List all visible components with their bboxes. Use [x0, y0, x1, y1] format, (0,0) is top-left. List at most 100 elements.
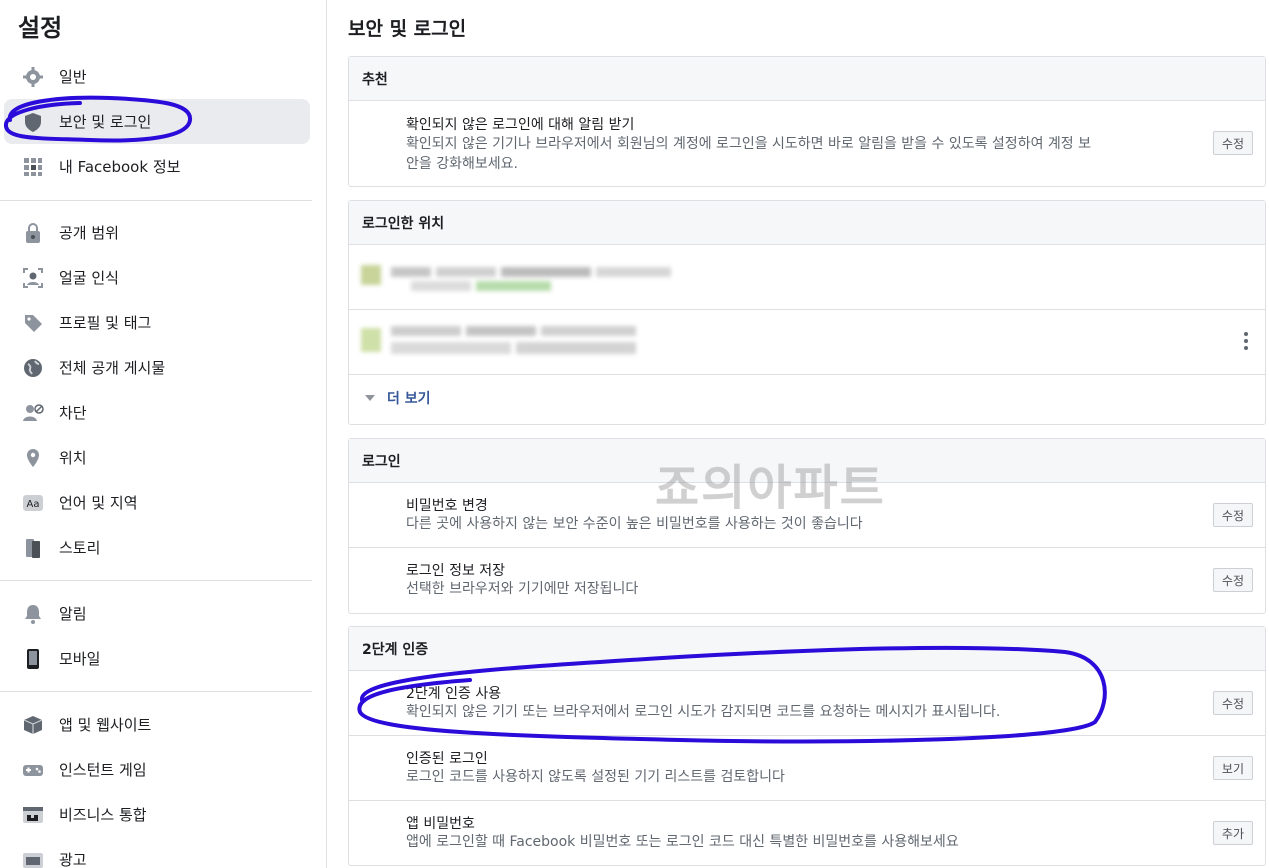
settings-row: 로그인 정보 저장 선택한 브라우저와 기기에만 저장됩니다 수정	[349, 548, 1265, 613]
sidebar-item-label: 스토리	[59, 539, 101, 557]
sidebar-item-location[interactable]: 위치	[4, 435, 310, 480]
sidebar-item-label: 모바일	[59, 650, 101, 668]
block-user-icon	[22, 402, 44, 424]
globe-icon	[22, 357, 44, 379]
sidebar-item-label: 차단	[59, 404, 87, 422]
see-more-label: 더 보기	[387, 391, 431, 407]
edit-button[interactable]: 수정	[1212, 568, 1253, 592]
edit-button[interactable]: 수정	[1212, 503, 1253, 527]
sidebar-title: 설정	[18, 14, 63, 42]
sidebar-item-mobile[interactable]: 모바일	[4, 636, 310, 681]
sidebar-item-label: 비즈니스 통합	[59, 806, 147, 824]
sidebar-item-label: 내 Facebook 정보	[59, 158, 181, 176]
row-desc-line: 안을 강화해보세요.	[406, 156, 518, 172]
sidebar-item-label: 일반	[59, 68, 87, 86]
settings-row: 앱 비밀번호 앱에 로그인할 때 Facebook 비밀번호 또는 로그인 코드…	[349, 801, 1265, 866]
gear-icon	[22, 66, 44, 88]
session-row[interactable]	[349, 310, 1265, 375]
game-icon	[22, 759, 44, 781]
sidebar-item-privacy[interactable]: 공개 범위	[4, 210, 310, 255]
sidebar-item-apps-websites[interactable]: 앱 및 웹사이트	[4, 702, 310, 747]
sidebar-divider	[0, 580, 312, 581]
edit-button[interactable]: 수정	[1212, 691, 1253, 715]
row-desc: 선택한 브라우저와 기기에만 저장됩니다	[406, 581, 639, 597]
nav-group-apps: 앱 및 웹사이트 인스턴트 게임 비즈니스 통합 광고	[0, 702, 312, 868]
language-icon: Aa	[22, 492, 44, 514]
session-row[interactable]	[349, 245, 1265, 310]
grid-icon	[22, 156, 44, 178]
sidebar-item-label: 인스턴트 게임	[59, 761, 147, 779]
edit-button[interactable]: 수정	[1212, 131, 1253, 155]
sidebar-item-ads[interactable]: 광고	[4, 837, 310, 868]
row-title: 2단계 인증 사용	[406, 686, 502, 702]
sidebar-item-general[interactable]: 일반	[4, 54, 310, 99]
bell-icon	[22, 603, 44, 625]
sidebar-item-label: 광고	[59, 851, 87, 868]
row-desc: 확인되지 않은 기기 또는 브라우저에서 로그인 시도가 감지되면 코드를 요청…	[406, 704, 1001, 720]
row-desc-line: 확인되지 않은 기기나 브라우저에서 회원님의 계정에 로그인을 시도하면 바로…	[406, 136, 1091, 152]
nav-group-notifications: 알림 모바일	[0, 591, 312, 681]
sidebar-item-instant-games[interactable]: 인스턴트 게임	[4, 747, 310, 792]
recommended-card: 추천 확인되지 않은 로그인에 대해 알림 받기 확인되지 않은 기기나 브라우…	[348, 56, 1266, 187]
shield-icon	[22, 111, 44, 133]
lock-icon	[22, 222, 44, 244]
settings-row: 확인되지 않은 로그인에 대해 알림 받기 확인되지 않은 기기나 브라우저에서…	[349, 101, 1265, 186]
box-icon	[22, 714, 44, 736]
sidebar-item-my-info[interactable]: 내 Facebook 정보	[4, 144, 310, 189]
blurred-session-info	[361, 322, 651, 360]
row-title: 인증된 로그인	[406, 751, 488, 767]
sidebar-divider	[0, 691, 312, 692]
row-title: 확인되지 않은 로그인에 대해 알림 받기	[406, 117, 635, 133]
mobile-icon	[22, 648, 44, 670]
nav-group-account: 일반 보안 및 로그인 내 Facebook 정보	[0, 54, 312, 189]
business-icon	[22, 804, 44, 826]
row-desc: 확인되지 않은 기기나 브라우저에서 회원님의 계정에 로그인을 시도하면 바로…	[406, 134, 1206, 174]
card-header: 로그인한 위치	[349, 201, 1265, 245]
sidebar-divider	[0, 200, 312, 201]
card-header: 추천	[349, 57, 1265, 101]
sidebar-item-label: 언어 및 지역	[59, 494, 138, 512]
sidebar-item-label: 앱 및 웹사이트	[59, 716, 152, 734]
sidebar-item-label: 위치	[59, 449, 87, 467]
add-button[interactable]: 추가	[1212, 821, 1253, 845]
where-logged-in-card: 로그인한 위치 더 보기	[348, 200, 1266, 425]
settings-row: 2단계 인증 사용 확인되지 않은 기기 또는 브라우저에서 로그인 시도가 감…	[349, 671, 1265, 736]
view-button[interactable]: 보기	[1212, 756, 1253, 780]
page-title: 보안 및 로그인	[348, 18, 467, 40]
row-desc: 로그인 코드를 사용하지 않도록 설정된 기기 리스트를 검토합니다	[406, 769, 785, 785]
ads-icon	[22, 849, 44, 868]
sidebar-item-blocking[interactable]: 차단	[4, 390, 310, 435]
sidebar-item-language-region[interactable]: Aa 언어 및 지역	[4, 480, 310, 525]
more-options-icon[interactable]	[1243, 332, 1249, 350]
sidebar-item-profile-tags[interactable]: 프로필 및 태그	[4, 300, 310, 345]
sidebar-item-business-integrations[interactable]: 비즈니스 통합	[4, 792, 310, 837]
two-factor-card: 2단계 인증 2단계 인증 사용 확인되지 않은 기기 또는 브라우저에서 로그…	[348, 626, 1266, 866]
sidebar-item-stories[interactable]: 스토리	[4, 525, 310, 570]
row-title: 앱 비밀번호	[406, 816, 475, 832]
triangle-down-icon	[365, 395, 375, 401]
row-title: 비밀번호 변경	[406, 498, 488, 514]
sidebar-item-notifications[interactable]: 알림	[4, 591, 310, 636]
face-icon	[22, 267, 44, 289]
sidebar-item-label: 얼굴 인식	[59, 269, 119, 287]
blurred-session-info	[361, 263, 681, 293]
tag-icon	[22, 312, 44, 334]
see-more-row: 더 보기	[349, 375, 1265, 423]
watermark: 죠의아파트	[655, 460, 886, 516]
sidebar-item-label: 공개 범위	[59, 224, 119, 242]
row-desc: 앱에 로그인할 때 Facebook 비밀번호 또는 로그인 코드 대신 특별한…	[406, 834, 959, 850]
sidebar-item-security[interactable]: 보안 및 로그인	[4, 99, 310, 144]
svg-text:Aa: Aa	[27, 499, 40, 510]
sidebar-item-face-recognition[interactable]: 얼굴 인식	[4, 255, 310, 300]
sidebar-item-label: 알림	[59, 605, 87, 623]
story-icon	[22, 537, 44, 559]
sidebar-item-label: 프로필 및 태그	[59, 314, 152, 332]
nav-group-privacy: 공개 범위 얼굴 인식 프로필 및 태그 전체 공개 게시물 차단 위치 Aa …	[0, 210, 312, 570]
settings-sidebar: 설정 일반 보안 및 로그인 내 Facebook 정보 공개 범위 얼굴 인식…	[0, 0, 327, 868]
sidebar-item-label: 전체 공개 게시물	[59, 359, 166, 377]
see-more-link[interactable]: 더 보기	[365, 388, 431, 408]
card-header: 2단계 인증	[349, 627, 1265, 671]
sidebar-item-label: 보안 및 로그인	[59, 113, 152, 131]
sidebar-item-public-posts[interactable]: 전체 공개 게시물	[4, 345, 310, 390]
location-icon	[22, 447, 44, 469]
